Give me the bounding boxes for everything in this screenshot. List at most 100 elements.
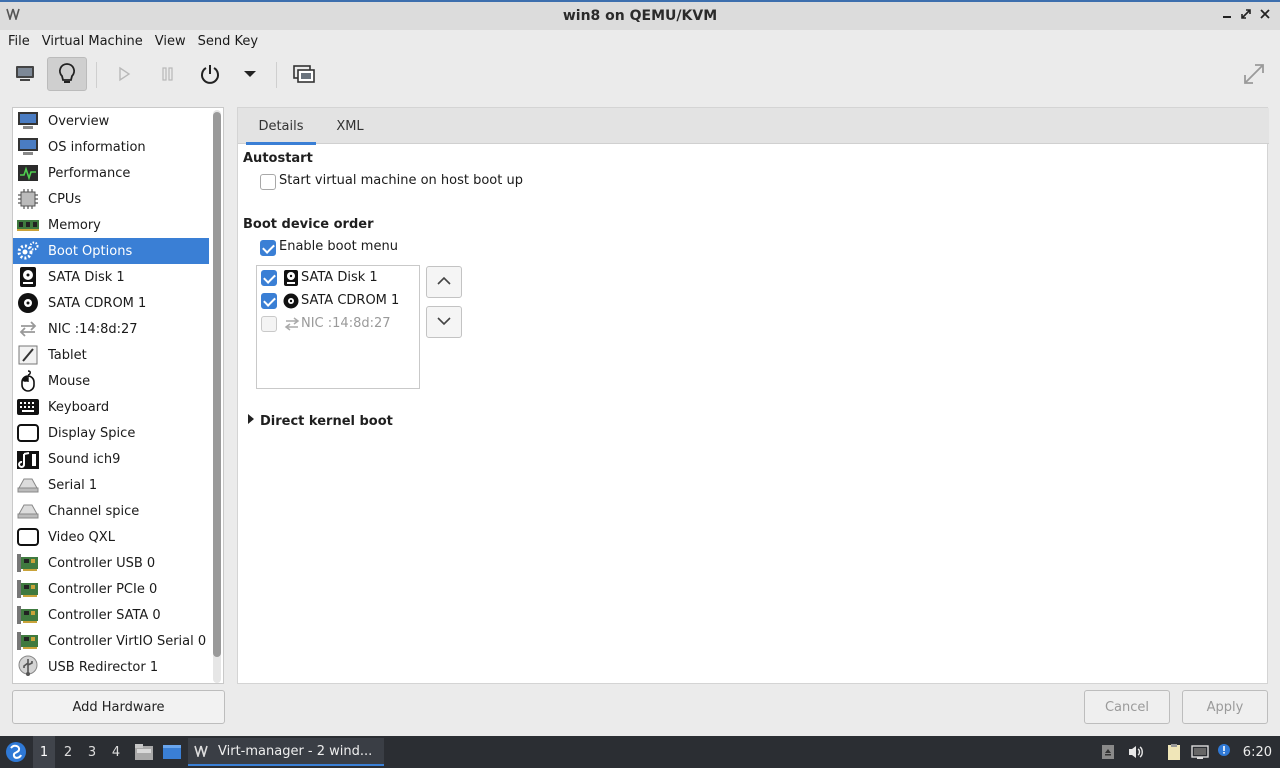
clipboard-icon[interactable]: [1164, 742, 1184, 762]
sidebar-item-display-spice[interactable]: Display Spice: [13, 420, 209, 446]
chevron-up-icon: [436, 275, 452, 290]
sidebar-item-sound-ich9[interactable]: Sound ich9: [13, 446, 209, 472]
sidebar-item-tablet[interactable]: Tablet: [13, 342, 209, 368]
lightbulb-icon: [56, 62, 78, 86]
cpu-icon: [15, 187, 41, 211]
workspace-2[interactable]: 2: [57, 736, 79, 768]
run-button[interactable]: [104, 57, 144, 91]
taskbar-task-virt-manager[interactable]: Virt-manager - 2 wind...: [188, 738, 384, 766]
boot-device-checkbox[interactable]: [261, 293, 277, 309]
sidebar-scrollbar-thumb[interactable]: [213, 112, 221, 657]
tablet-icon: [15, 343, 41, 367]
sidebar-item-cpus[interactable]: CPUs: [13, 186, 209, 212]
boot-device-list: SATA Disk 1 SATA CDROM 1 NIC :14:8d:27: [256, 265, 420, 389]
display-icon: [15, 525, 41, 549]
shutdown-button[interactable]: [190, 57, 230, 91]
boot-device-label: NIC :14:8d:27: [301, 316, 391, 331]
direct-kernel-expander[interactable]: Direct kernel boot: [246, 413, 393, 429]
sidebar-item-nic[interactable]: NIC :14:8d:27: [13, 316, 209, 342]
sidebar-item-keyboard[interactable]: Keyboard: [13, 394, 209, 420]
network-monitor-icon[interactable]: [1190, 742, 1210, 762]
chevron-right-icon: [246, 413, 256, 429]
tab-xml[interactable]: XML: [322, 108, 378, 144]
menu-bar: File Virtual Machine View Send Key: [0, 30, 1280, 52]
sidebar-item-memory[interactable]: Memory: [13, 212, 209, 238]
restore-icon[interactable]: [1237, 7, 1255, 25]
monitor-icon: [15, 109, 41, 133]
sidebar-item-performance[interactable]: Performance: [13, 160, 209, 186]
enable-boot-menu-checkbox[interactable]: [260, 240, 276, 256]
title-bar: win8 on QEMU/KVM: [0, 0, 1280, 30]
cancel-button[interactable]: Cancel: [1084, 690, 1170, 724]
add-hardware-button[interactable]: Add Hardware: [12, 690, 225, 724]
volume-icon[interactable]: [1126, 742, 1146, 762]
menu-file[interactable]: File: [2, 34, 36, 49]
sidebar-item-sata-cdrom-1[interactable]: SATA CDROM 1: [13, 290, 209, 316]
sidebar-item-controller-sata-0[interactable]: Controller SATA 0: [13, 602, 209, 628]
console-view-button[interactable]: [5, 57, 45, 91]
sidebar-item-video-qxl[interactable]: Video QXL: [13, 524, 209, 550]
menu-view[interactable]: View: [149, 34, 192, 49]
apply-button[interactable]: Apply: [1182, 690, 1268, 724]
sidebar-item-overview[interactable]: Overview: [13, 108, 209, 134]
tab-details[interactable]: Details: [246, 108, 316, 145]
move-down-button[interactable]: [426, 306, 462, 338]
boot-device-checkbox[interactable]: [261, 270, 277, 286]
monitor-icon: [15, 135, 41, 159]
network-icon: [15, 317, 41, 341]
notification-icon[interactable]: [1214, 740, 1234, 760]
workspace-4[interactable]: 4: [105, 736, 127, 768]
file-manager-icon[interactable]: [134, 742, 154, 766]
boot-device-row[interactable]: SATA CDROM 1: [261, 291, 417, 313]
sidebar-item-os-information[interactable]: OS information: [13, 134, 209, 160]
chevron-down-icon: [436, 315, 452, 330]
details-panel: Details XML Autostart Start virtual mach…: [237, 107, 1269, 684]
fullscreen-button[interactable]: [1234, 57, 1274, 91]
boot-device-row[interactable]: NIC :14:8d:27: [261, 314, 417, 336]
memory-icon: [15, 213, 41, 237]
menu-send-key[interactable]: Send Key: [192, 34, 264, 49]
sound-icon: [15, 447, 41, 471]
app-menu-icon[interactable]: [5, 741, 27, 767]
autostart-checkbox[interactable]: [260, 174, 276, 190]
sidebar-scrollbar[interactable]: [213, 110, 221, 683]
monitor-icon: [14, 64, 36, 84]
shutdown-menu-button[interactable]: [230, 57, 270, 91]
minimize-icon[interactable]: [1218, 7, 1236, 25]
autostart-label[interactable]: Start virtual machine on host boot up: [279, 173, 523, 188]
fullscreen-icon: [1241, 61, 1267, 87]
boot-order-heading: Boot device order: [243, 217, 374, 232]
enable-boot-menu-label[interactable]: Enable boot menu: [279, 239, 398, 254]
sidebar-item-boot-options[interactable]: Boot Options: [13, 238, 209, 264]
sidebar-item-controller-virtio-serial-0[interactable]: Controller VirtIO Serial 0: [13, 628, 209, 654]
sidebar-item-sata-disk-1[interactable]: SATA Disk 1: [13, 264, 209, 290]
boot-device-checkbox[interactable]: [261, 316, 277, 332]
details-view-button[interactable]: [47, 57, 87, 91]
close-icon[interactable]: [1256, 7, 1274, 25]
eject-icon[interactable]: [1098, 742, 1118, 762]
sidebar-item-usb-redirector-1[interactable]: USB Redirector 1: [13, 654, 209, 680]
workspace-3[interactable]: 3: [81, 736, 103, 768]
network-icon: [283, 316, 301, 336]
mouse-icon: [15, 369, 41, 393]
toolbar-separator: [276, 62, 277, 88]
sidebar-item-controller-usb-0[interactable]: Controller USB 0: [13, 550, 209, 576]
power-icon: [199, 63, 221, 85]
show-desktop-icon[interactable]: [162, 742, 182, 766]
workspace-1[interactable]: 1: [33, 736, 55, 768]
sidebar-item-serial-1[interactable]: Serial 1: [13, 472, 209, 498]
serial-icon: [15, 473, 41, 497]
pause-button[interactable]: [148, 57, 188, 91]
controller-icon: [15, 603, 41, 627]
sidebar-item-controller-pcie-0[interactable]: Controller PCIe 0: [13, 576, 209, 602]
menu-virtual-machine[interactable]: Virtual Machine: [36, 34, 149, 49]
move-up-button[interactable]: [426, 266, 462, 298]
sidebar-item-channel-spice[interactable]: Channel spice: [13, 498, 209, 524]
boot-device-row[interactable]: SATA Disk 1: [261, 268, 417, 290]
display-icon: [15, 421, 41, 445]
snapshots-button[interactable]: [284, 57, 324, 91]
window-title: win8 on QEMU/KVM: [562, 8, 718, 24]
virt-manager-icon: [6, 8, 22, 22]
autostart-heading: Autostart: [243, 151, 313, 166]
sidebar-item-mouse[interactable]: Mouse: [13, 368, 209, 394]
